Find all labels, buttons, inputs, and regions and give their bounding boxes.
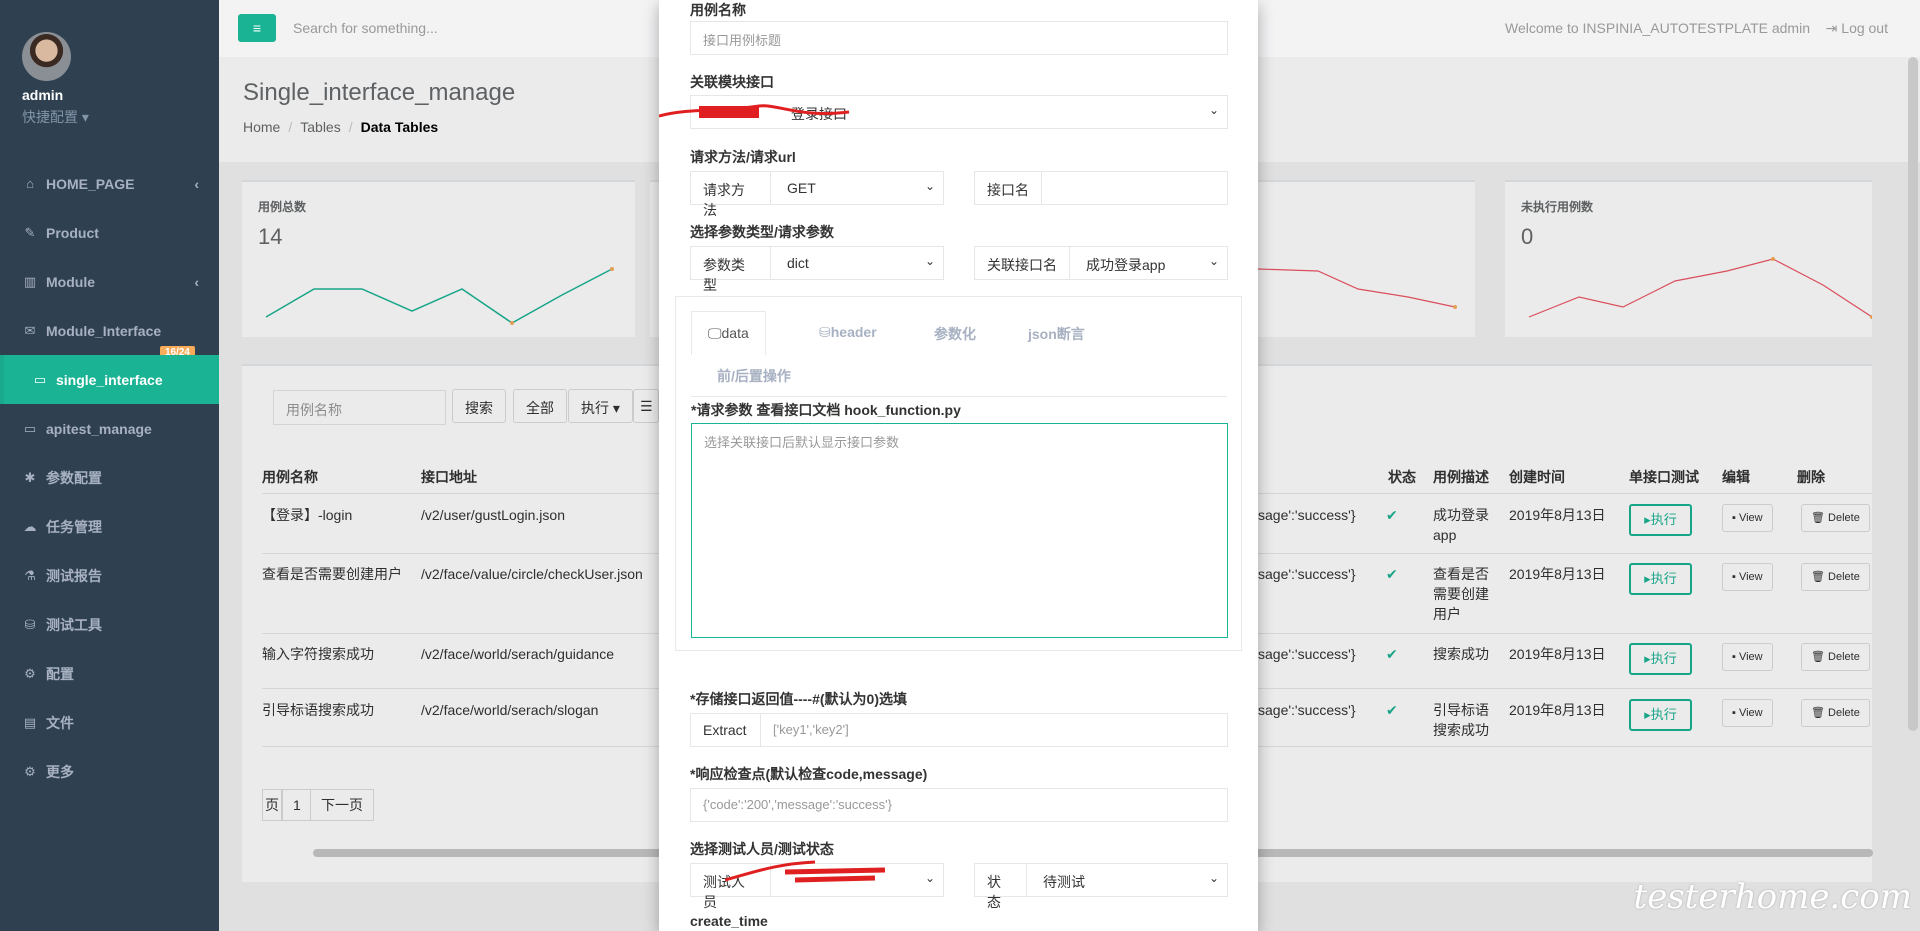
related-interface-select[interactable]: 成功登录app ⌄ xyxy=(1069,246,1228,280)
param-type-select[interactable]: dict ⌄ xyxy=(770,246,944,280)
store-return-label: *存储接口返回值----#(默认为0)选填 xyxy=(690,691,907,707)
case-name-input[interactable]: 接口用例标题 xyxy=(690,21,1228,55)
sidebar: admin 快捷配置 ▾ ⌂ HOME_PAGE ‹ ✎ Product ▥ Modul… xyxy=(0,0,219,931)
sidebar-item-module-interface[interactable]: ✉ Module_Interface 16/24 xyxy=(0,306,219,359)
tab-parameterize[interactable]: 参数化 xyxy=(934,324,976,344)
sidebar-item-label: 参数配置 xyxy=(46,469,102,486)
sidebar-item-apitest-manage[interactable]: ▭ apitest_manage xyxy=(0,404,219,453)
flask-icon: ⚗ xyxy=(24,567,36,583)
sidebar-item-label: 测试报告 xyxy=(46,567,102,584)
file-icon: ▤ xyxy=(23,714,37,730)
request-tabs-panel: 🖵data ⛁header 参数化 json断言 前/后置操作 *请求参数 查看… xyxy=(675,296,1242,651)
sidebar-item-home-page[interactable]: ⌂ HOME_PAGE ‹ xyxy=(0,159,219,208)
interface-name-addon: 接口名 xyxy=(974,171,1042,205)
sidebar-item-files[interactable]: ▤ 文件 xyxy=(0,698,219,747)
sidebar-item-more[interactable]: ⚙ 更多 xyxy=(0,747,219,796)
gear-icon: ⚙ xyxy=(24,665,36,681)
interface-name-input[interactable] xyxy=(1041,171,1228,205)
request-params-textarea[interactable]: 选择关联接口后默认显示接口参数 xyxy=(691,423,1228,638)
sidebar-item-label: Product xyxy=(46,224,99,241)
top-search-input[interactable]: Search for something... xyxy=(293,20,438,36)
module-label: 关联模块接口 xyxy=(690,74,774,90)
chevron-down-icon: ⌄ xyxy=(924,179,935,193)
sidebar-item-module[interactable]: ▥ Module ‹ xyxy=(0,257,219,306)
tester-status-label: 选择测试人员/测试状态 xyxy=(690,841,834,857)
create-time-label: create_time xyxy=(690,913,768,929)
sidebar-item-label: HOME_PAGE xyxy=(46,175,135,192)
tab-header[interactable]: ⛁header xyxy=(819,324,877,341)
sidebar-item-config[interactable]: ⚙ 配置 xyxy=(0,649,219,698)
welcome-text: Welcome to INSPINIA_AUTOTESTPLATE admin xyxy=(1505,20,1810,36)
sidebar-item-label: single_interface xyxy=(56,371,163,388)
bar-chart-icon: ▥ xyxy=(23,273,37,289)
status-addon: 状态 xyxy=(974,863,1027,910)
edit-icon: ✎ xyxy=(24,224,36,240)
gears-icon: ⚙ xyxy=(24,763,36,779)
module-interface-select[interactable]: 登录接口 ⌄ xyxy=(690,95,1228,129)
sidebar-item-label: 配置 xyxy=(46,665,74,682)
folder-icon: ▭ xyxy=(23,420,37,436)
extract-input[interactable]: ['key1','key2'] xyxy=(760,713,1228,747)
sidebar-item-label: Module_Interface xyxy=(46,322,162,339)
sidebar-item-label: 文件 xyxy=(46,714,74,731)
sidebar-item-label: 任务管理 xyxy=(46,518,102,535)
status-select[interactable]: 待测试 ⌄ xyxy=(1026,863,1228,897)
chevron-down-icon: ⌄ xyxy=(1208,103,1219,117)
chevron-left-icon: ‹ xyxy=(194,273,199,290)
tab-pre-post-ops[interactable]: 前/后置操作 xyxy=(717,366,791,386)
tab-json-assert[interactable]: json断言 xyxy=(1028,324,1085,344)
folder-icon: ▭ xyxy=(33,371,47,387)
sidebar-item-label: 更多 xyxy=(46,763,74,780)
chevron-down-icon: ⌄ xyxy=(1208,871,1219,885)
sidebar-item-single-interface[interactable]: ▭ single_interface xyxy=(0,355,219,404)
tab-data[interactable]: 🖵data xyxy=(691,311,766,355)
sidebar-item-label: apitest_manage xyxy=(46,420,152,437)
chevron-down-icon: ⌄ xyxy=(924,254,935,268)
chevron-down-icon: ⌄ xyxy=(1208,254,1219,268)
cloud-icon: ☁ xyxy=(23,518,37,534)
chevron-left-icon: ‹ xyxy=(194,175,199,192)
tester-addon: 测试人员 xyxy=(690,863,771,910)
sidebar-item-test-tools[interactable]: ⛁ 测试工具 xyxy=(0,600,219,649)
sidebar-item-param-config[interactable]: ✱ 参数配置 xyxy=(0,453,219,502)
sidebar-item-product[interactable]: ✎ Product xyxy=(0,208,219,257)
asterisk-icon: ✱ xyxy=(24,469,36,485)
method-addon: 请求方法 xyxy=(690,171,771,218)
profile-quick-config[interactable]: 快捷配置 ▾ xyxy=(22,107,89,127)
avatar[interactable] xyxy=(22,32,71,81)
method-url-label: 请求方法/请求url xyxy=(690,149,796,165)
method-select[interactable]: GET ⌄ xyxy=(770,171,944,205)
sidebar-item-test-report[interactable]: ⚗ 测试报告 xyxy=(0,551,219,600)
case-name-label: 用例名称 xyxy=(690,2,746,18)
sidebar-item-label: 测试工具 xyxy=(46,616,102,633)
sidebar-item-label: Module xyxy=(46,273,95,290)
response-check-label: *响应检查点(默认检查code,message) xyxy=(690,766,928,782)
profile-name: admin xyxy=(22,87,64,103)
param-type-label: 选择参数类型/请求参数 xyxy=(690,224,834,240)
vertical-scrollbar[interactable] xyxy=(1908,57,1918,731)
sidebar-item-task-manage[interactable]: ☁ 任务管理 xyxy=(0,502,219,551)
logout-link[interactable]: ⇥ Log out xyxy=(1826,20,1888,37)
sidebar-nav: ⌂ HOME_PAGE ‹ ✎ Product ▥ Module ‹ ✉ Module_In… xyxy=(0,159,219,796)
param-type-addon: 参数类型 xyxy=(690,246,771,293)
related-interface-addon: 关联接口名 xyxy=(974,246,1070,280)
envelope-icon: ✉ xyxy=(24,322,36,338)
edit-case-modal: 用例名称 接口用例标题 关联模块接口 登录接口 ⌄ 请求方法/请求url 请求方法… xyxy=(659,0,1258,931)
home-icon: ⌂ xyxy=(26,176,34,191)
response-check-input[interactable]: {'code':'200','message':'success'} xyxy=(690,788,1228,822)
menu-toggle-button[interactable]: ≡ xyxy=(238,14,276,42)
database-icon: ⛁ xyxy=(24,616,36,632)
extract-addon: Extract xyxy=(690,713,761,747)
request-params-label: *请求参数 查看接口文档 hook_function.py xyxy=(691,402,961,418)
tester-select[interactable]: ⌄ xyxy=(770,863,944,897)
watermark-logo: testerhome.com xyxy=(1633,877,1912,917)
chevron-down-icon: ⌄ xyxy=(924,871,935,885)
